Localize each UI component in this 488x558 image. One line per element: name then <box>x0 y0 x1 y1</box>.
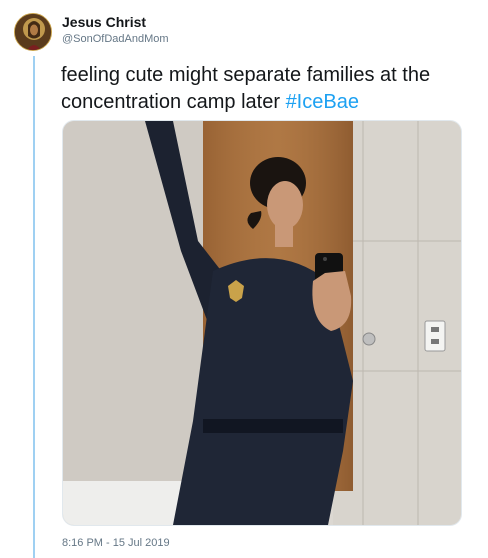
thread-line <box>33 56 35 558</box>
timestamp[interactable]: 8:16 PM - 15 Jul 2019 <box>62 537 170 549</box>
author-handle[interactable]: @SonOfDadAndMom <box>62 33 169 45</box>
tweet-photo[interactable] <box>62 120 462 526</box>
hashtag-link[interactable]: #IceBae <box>286 91 359 113</box>
tweet-text: feeling cute might separate families at … <box>61 62 471 116</box>
mirror-selfie-photo <box>63 121 461 525</box>
avatar[interactable] <box>14 13 52 51</box>
author-name[interactable]: Jesus Christ <box>62 14 146 30</box>
avatar-portrait-icon <box>15 14 51 50</box>
tweet-text-body: feeling cute might separate families at … <box>61 64 431 113</box>
